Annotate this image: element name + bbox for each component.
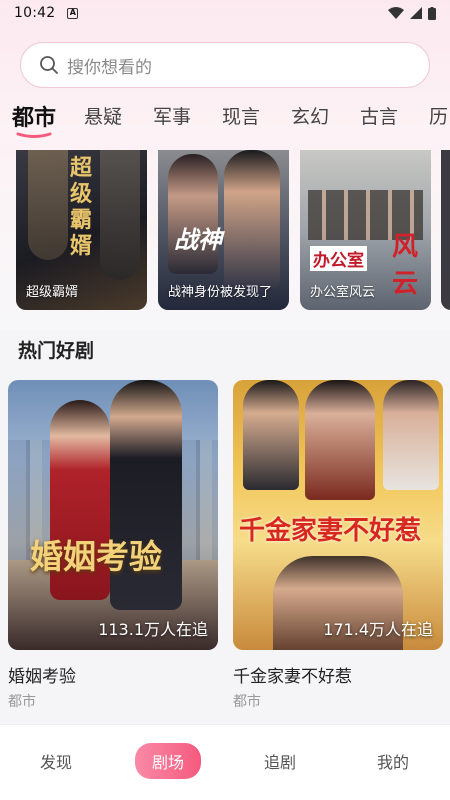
tab-junshi[interactable]: 军事: [153, 102, 191, 129]
poster-figure: [28, 150, 68, 260]
drama-card[interactable]: 千金家妻不好惹 171.4万人在追 千金家妻不好惹 都市: [233, 380, 443, 711]
rail-card[interactable]: 超级霸婿 超级霸婿: [16, 150, 147, 310]
tab-xianyan[interactable]: 现言: [222, 102, 260, 129]
tab-guyan[interactable]: 古言: [360, 102, 398, 129]
status-time: 10:42: [14, 5, 56, 21]
tab-xuanyi[interactable]: 悬疑: [84, 102, 122, 129]
notification-icon: A: [67, 7, 79, 19]
poster-figure: [383, 380, 439, 490]
status-bar: 10:42 A: [0, 0, 450, 26]
signal-icon: [410, 7, 422, 19]
category-tabs: 都市 悬疑 军事 现言 玄幻 古言 历: [0, 96, 450, 142]
rail-card-title: 办公室风云: [310, 285, 376, 300]
poster-figure: [100, 150, 140, 280]
drama-genre: 都市: [233, 694, 261, 710]
poster-figure: [305, 380, 375, 500]
poster-text: 婚姻考验: [30, 537, 162, 576]
drama-poster: 婚姻考验 113.1万人在追: [8, 380, 218, 650]
bottom-nav: 发现 剧场 追剧 我的: [0, 724, 450, 800]
poster-text: 办公室: [310, 246, 367, 271]
nav-theater[interactable]: 剧场: [135, 743, 202, 779]
drama-rail: 超级霸婿 超级霸婿 战神 战神身份被发现了 办公室 风云 办公室风云: [0, 150, 450, 312]
tab-lishi[interactable]: 历: [429, 102, 448, 129]
rail-card-title: 战神身份被发现了: [168, 285, 273, 300]
wifi-icon: [388, 7, 404, 19]
drama-card[interactable]: 婚姻考验 113.1万人在追 婚姻考验 都市: [8, 380, 218, 711]
tab-xuanhuan[interactable]: 玄幻: [291, 102, 329, 129]
search-input[interactable]: 搜你想看的: [20, 42, 430, 88]
poster-figure: [168, 154, 218, 274]
nav-discover[interactable]: 发现: [40, 749, 72, 773]
nav-profile[interactable]: 我的: [377, 749, 409, 773]
rail-card[interactable]: 办公室 风云 办公室风云: [300, 150, 431, 310]
drama-poster: 千金家妻不好惹 171.4万人在追: [233, 380, 443, 650]
section-title: 热门好剧: [18, 340, 95, 362]
search-icon: [40, 56, 58, 74]
drama-title: 千金家妻不好惹: [233, 667, 352, 687]
poster-text: 千金家妻不好惹: [239, 516, 422, 546]
poster-text: 战神: [174, 226, 222, 254]
rail-card[interactable]: 战神 战神身份被发现了: [158, 150, 289, 310]
follower-count: 171.4万人在追: [323, 620, 433, 639]
drama-title: 婚姻考验: [8, 667, 76, 687]
active-tab-indicator: [16, 132, 52, 138]
poster-figure: [243, 380, 299, 490]
drama-genre: 都市: [8, 694, 36, 710]
nav-following[interactable]: 追剧: [264, 749, 296, 773]
follower-count: 113.1万人在追: [98, 620, 208, 639]
poster-figure: [224, 150, 280, 290]
rail-card-title: 超级霸婿: [26, 285, 79, 300]
battery-icon: [428, 6, 436, 20]
rail-card-partial[interactable]: [441, 150, 450, 310]
search-placeholder: 搜你想看的: [67, 57, 152, 78]
tab-dushi[interactable]: 都市: [12, 100, 56, 132]
poster-text: 超级霸婿: [69, 156, 92, 259]
